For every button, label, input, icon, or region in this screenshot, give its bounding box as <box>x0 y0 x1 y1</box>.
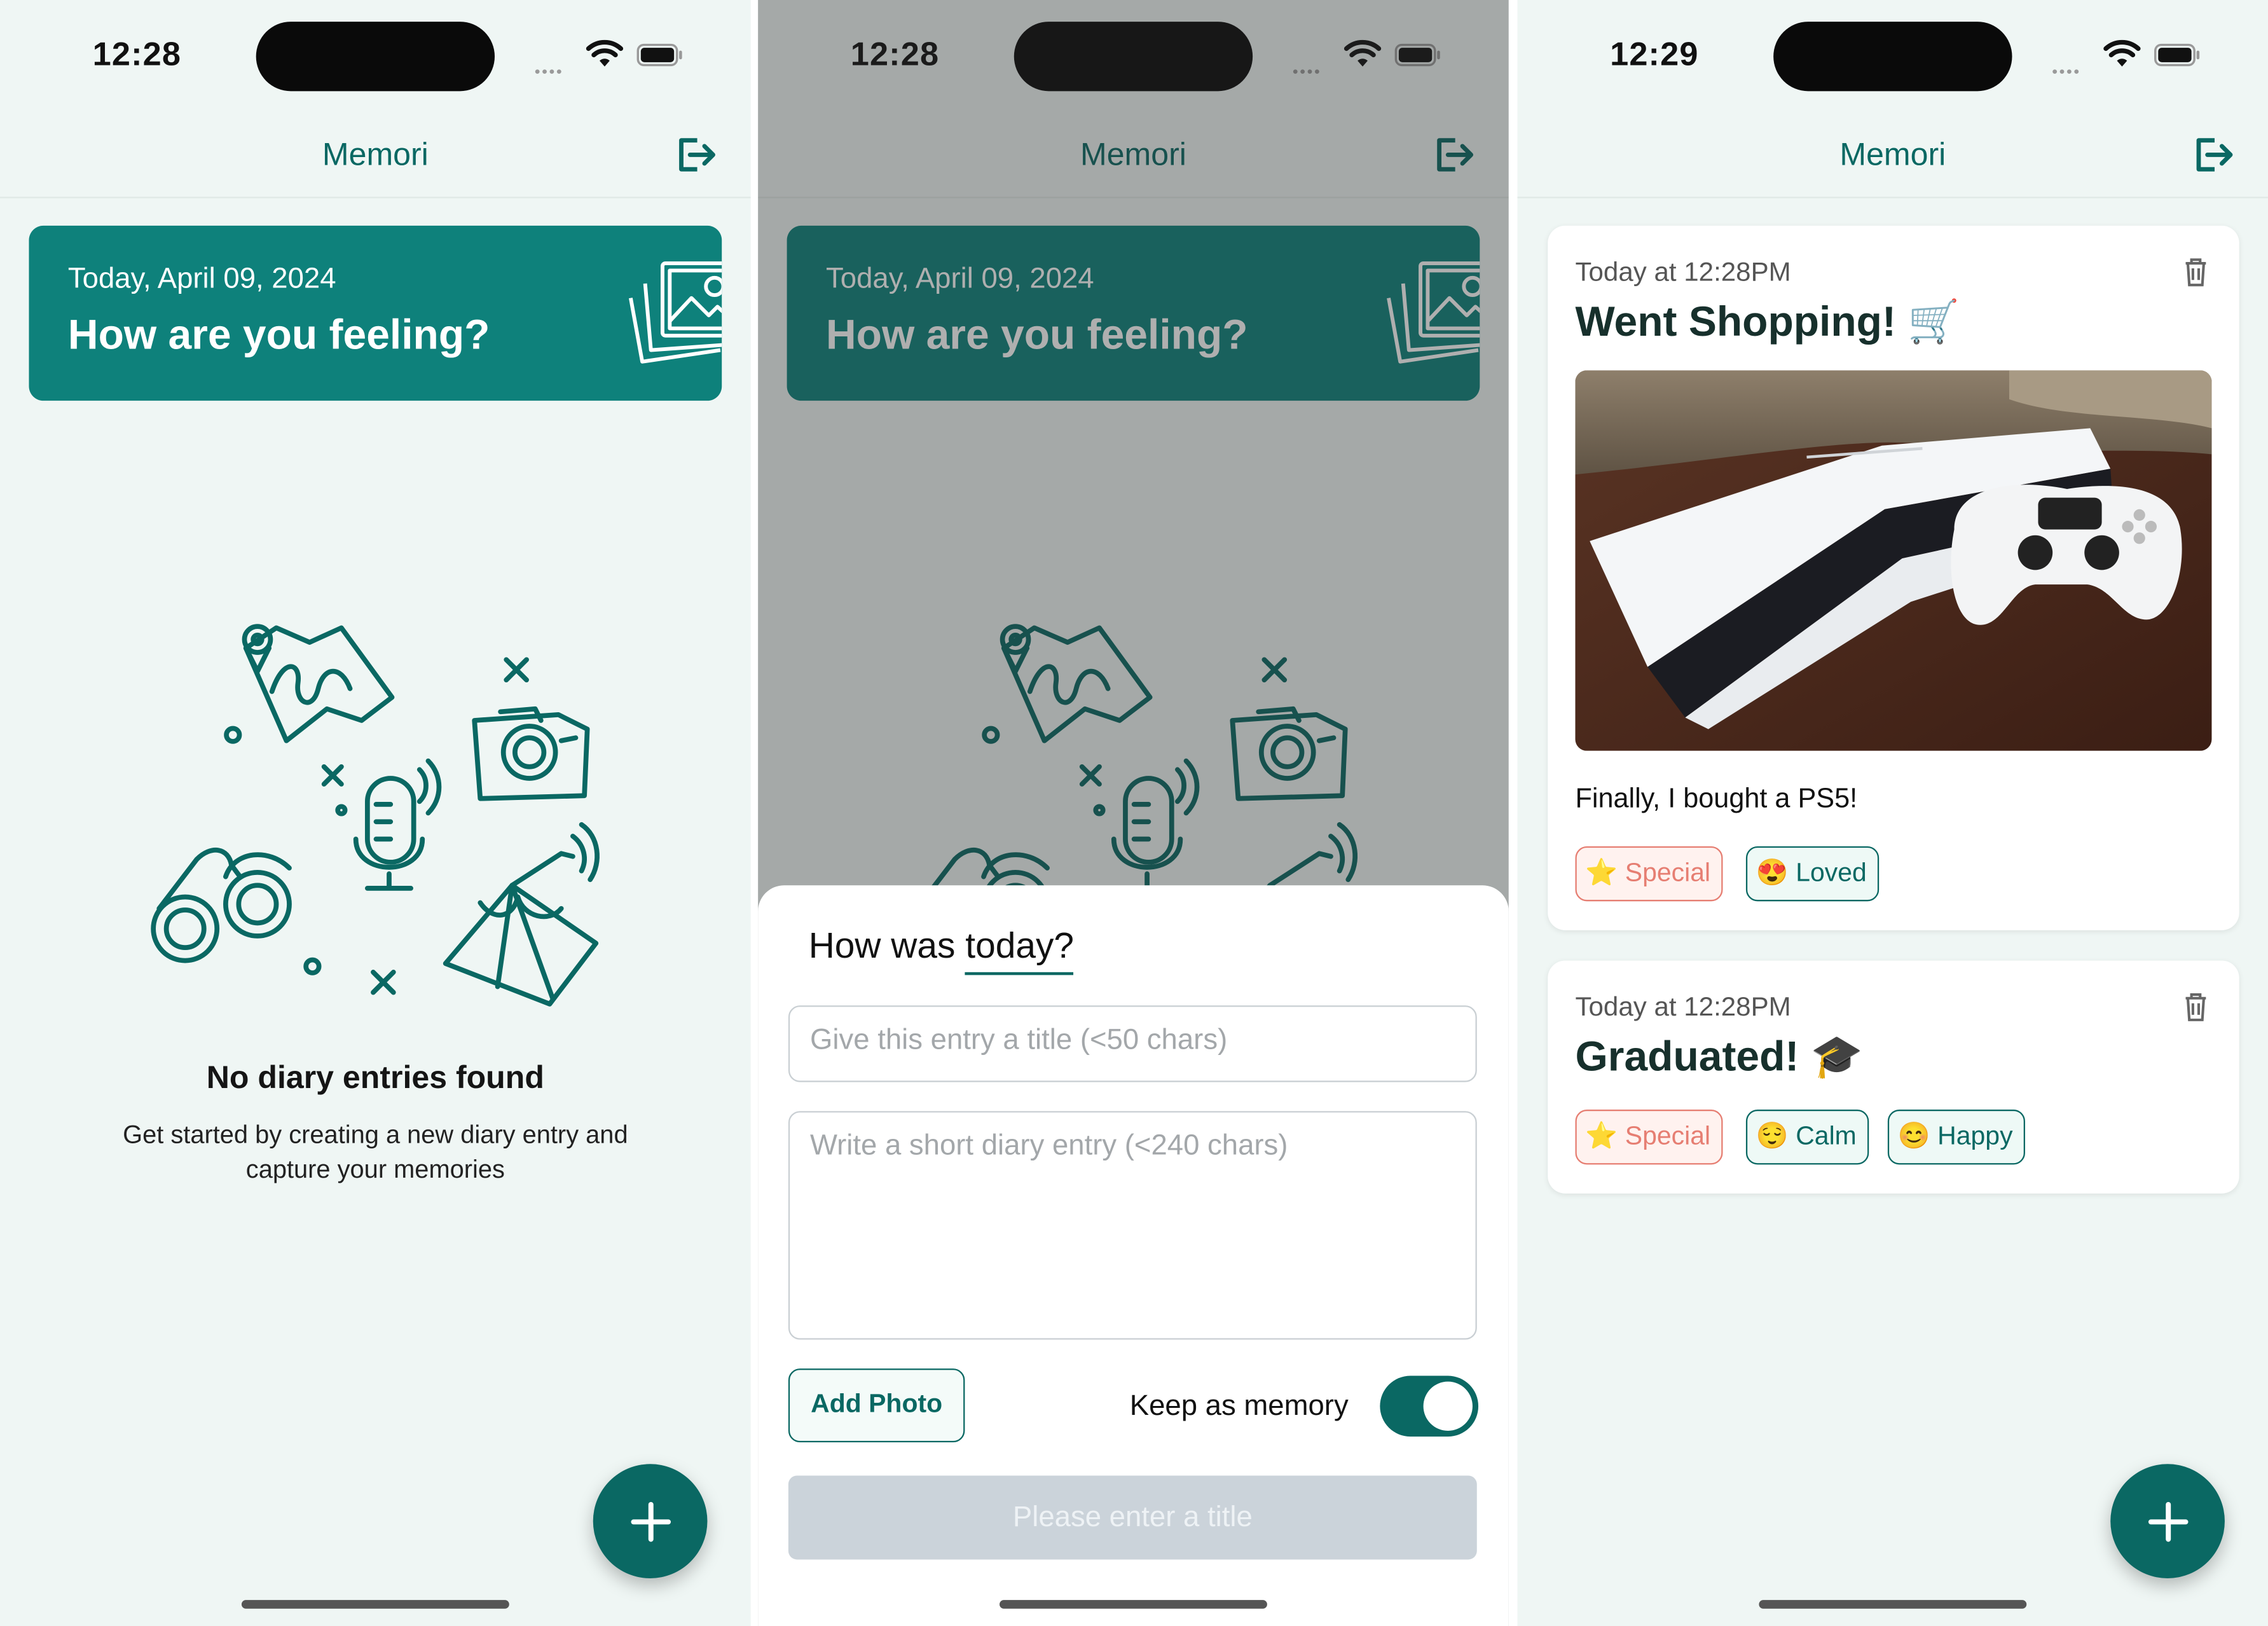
status-bar: 12:28 <box>0 0 751 116</box>
screen-entries: 12:29 Memori Today at 12:28PM Went Shopp… <box>1517 0 2268 1626</box>
tag-calm: 😌 Calm <box>1745 1109 1870 1165</box>
hero-date: Today, April 09, 2024 <box>67 263 336 296</box>
diary-entry-card[interactable]: Today at 12:28PM Went Shopping! 🛒 Finall… <box>1548 225 2239 930</box>
add-entry-button[interactable] <box>2110 1464 2225 1579</box>
entry-time: Today at 12:28PM <box>1575 256 1791 287</box>
app-title: Memori <box>1839 135 1946 172</box>
app-title: Memori <box>322 135 429 172</box>
tag-special: ⭐ Special <box>1575 1109 1724 1165</box>
wifi-icon <box>586 38 623 69</box>
battery-icon <box>636 43 683 66</box>
screen-empty-state: 12:28 Memori Today, April 09, 2024 How a… <box>0 0 751 1626</box>
star-icon: ⭐ <box>1585 858 1618 887</box>
nav-bar: Memori <box>1517 116 2268 198</box>
plus-icon <box>629 1500 673 1543</box>
trash-icon[interactable] <box>2184 258 2207 287</box>
home-indicator <box>1759 1600 2027 1609</box>
dynamic-island <box>1773 22 2012 92</box>
star-icon: ⭐ <box>1585 1121 1618 1150</box>
photos-icon <box>625 254 722 373</box>
tag-label: Special <box>1625 1121 1711 1150</box>
logout-icon[interactable] <box>675 133 718 176</box>
tag-special: ⭐ Special <box>1575 846 1724 902</box>
status-time: 12:29 <box>1610 34 1699 72</box>
empty-state-title: No diary entries found <box>206 1059 544 1096</box>
entry-body: Finally, I bought a PS5! <box>1575 784 1858 815</box>
keep-memory-label: Keep as memory <box>1129 1390 1349 1423</box>
day-picker[interactable]: today? <box>965 926 1075 975</box>
nav-bar: Memori <box>0 116 751 198</box>
entry-photo <box>1575 370 2212 751</box>
battery-icon <box>2154 43 2200 66</box>
tag-loved: 😍 Loved <box>1745 846 1880 902</box>
keep-memory-toggle[interactable] <box>1380 1375 1479 1437</box>
logout-icon[interactable] <box>2193 133 2236 176</box>
screen-new-entry: 12:28 Memori Today, April 09, 2024 How a… <box>758 0 1509 1626</box>
plus-icon <box>2147 1500 2190 1543</box>
home-indicator <box>1000 1600 1267 1609</box>
status-time: 12:28 <box>92 34 182 72</box>
tag-label: Calm <box>1796 1121 1857 1150</box>
entry-title: Graduated! 🎓 <box>1575 1034 1863 1081</box>
entry-body-input[interactable]: Write a short diary entry (<240 chars) <box>788 1111 1477 1340</box>
status-bar: 12:29 <box>1517 0 2268 116</box>
signal-dots-icon <box>2052 55 2082 81</box>
submit-button[interactable]: Please enter a title <box>788 1475 1477 1560</box>
smiling-face-icon: 😊 <box>1897 1121 1930 1150</box>
entry-title-input[interactable]: Give this entry a title (<50 chars) <box>788 1005 1477 1082</box>
diary-entry-card[interactable]: Today at 12:28PM Graduated! 🎓 ⭐ Special 😌… <box>1548 960 2239 1194</box>
new-entry-sheet: How was today? Give this entry a title (… <box>758 885 1509 1626</box>
empty-state-subtitle: Get started by creating a new diary entr… <box>123 1119 628 1183</box>
sheet-heading-prefix: How was <box>808 926 956 967</box>
sheet-heading: How was today? <box>808 926 1075 975</box>
empty-illustration <box>139 608 608 1028</box>
dynamic-island <box>256 22 495 92</box>
trash-icon[interactable] <box>2184 993 2207 1022</box>
mood-prompt-card[interactable]: Today, April 09, 2024 How are you feelin… <box>29 225 722 401</box>
tag-happy: 😊 Happy <box>1887 1109 2026 1165</box>
add-photo-button[interactable]: Add Photo <box>788 1368 965 1443</box>
hero-question: How are you feeling? <box>67 312 490 359</box>
tag-label: Happy <box>1937 1121 2013 1150</box>
entry-time: Today at 12:28PM <box>1575 991 1791 1022</box>
tag-label: Loved <box>1796 858 1867 887</box>
app-screens: 12:28 Memori Today, April 09, 2024 How a… <box>0 0 2268 1626</box>
tag-label: Special <box>1625 858 1711 887</box>
add-entry-button[interactable] <box>593 1464 708 1579</box>
heart-eyes-icon: 😍 <box>1756 858 1789 887</box>
home-indicator <box>241 1600 509 1609</box>
wifi-icon <box>2103 38 2141 69</box>
relieved-face-icon: 😌 <box>1756 1121 1789 1150</box>
entry-title: Went Shopping! 🛒 <box>1575 299 1960 346</box>
signal-dots-icon <box>535 55 565 81</box>
